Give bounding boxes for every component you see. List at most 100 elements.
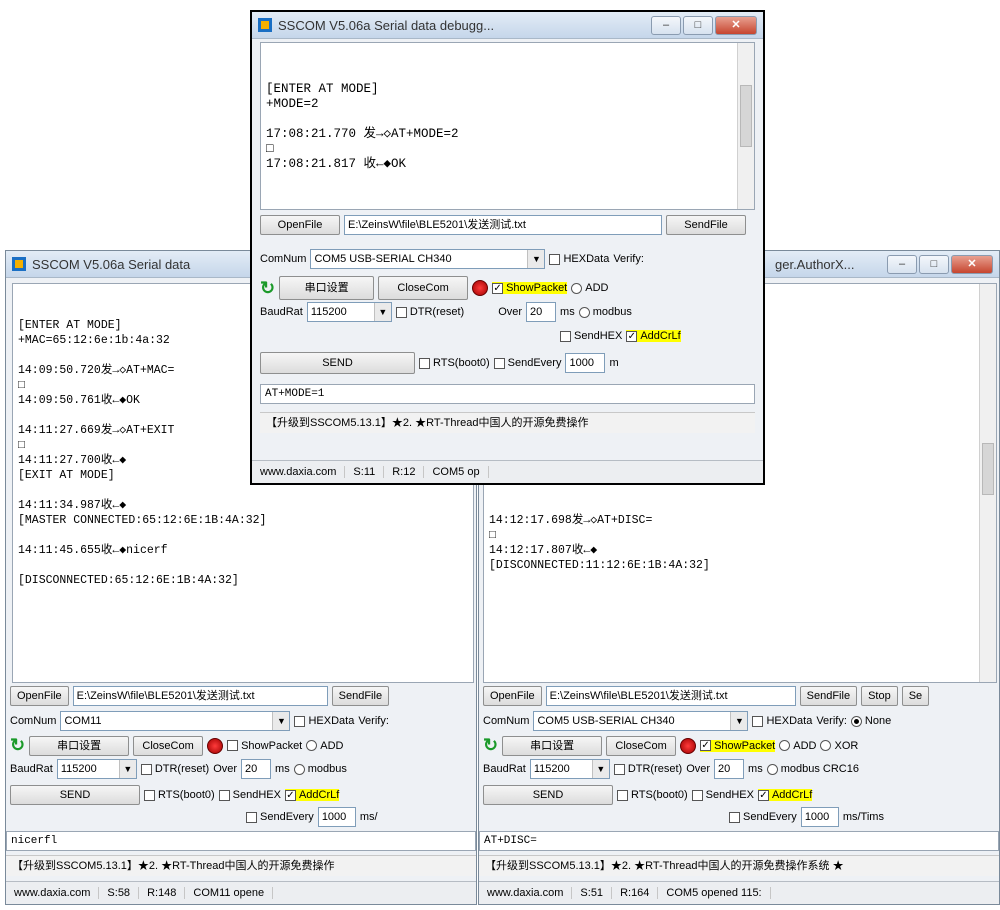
front-baudrate-select[interactable]: 115200 ▼ — [306, 302, 392, 322]
right-port-settings-button[interactable]: 串口设置 — [502, 735, 603, 756]
right-overtime-field[interactable]: 20 — [714, 759, 745, 779]
left-openfile-button[interactable]: OpenFile — [10, 686, 69, 706]
right-xor-radio[interactable]: XOR — [820, 740, 858, 752]
right-sendevery-checkbox[interactable]: SendEvery — [729, 811, 797, 823]
right-dtr-checkbox[interactable]: DTR(reset) — [613, 763, 682, 775]
front-overtime-label: Over — [498, 306, 523, 318]
right-addcrlf-checkbox[interactable]: ✓ AddCrLf — [757, 789, 813, 801]
left-filepath-field[interactable]: E:\ZeinsW\file\BLE5201\发送测试.txt — [72, 686, 328, 706]
front-sendfile-button[interactable]: SendFile — [666, 215, 746, 235]
minimize-icon[interactable]: – — [651, 15, 681, 35]
front-promo-bar[interactable]: 【升级到SSCOM5.13.1】★2. ★RT-Thread中国人的开源免费操作 — [260, 412, 755, 433]
left-sendfile-button[interactable]: SendFile — [331, 686, 390, 706]
right-promo-bar[interactable]: 【升级到SSCOM5.13.1】★2. ★RT-Thread中国人的开源免费操作… — [479, 855, 999, 876]
left-send-button[interactable]: SEND — [10, 785, 140, 805]
right-hexdata-checkbox[interactable]: HEXData — [752, 715, 812, 727]
front-scrollbar[interactable] — [737, 43, 754, 209]
left-modbus-radio[interactable]: modbus — [293, 763, 347, 775]
right-showpacket-checkbox[interactable]: ✓ ShowPacket — [700, 739, 776, 752]
left-port-settings-button[interactable]: 串口设置 — [29, 735, 130, 756]
front-addcrlf-checkbox[interactable]: ✓ AddCrLf — [626, 330, 681, 342]
left-command-input[interactable]: nicerfl — [6, 831, 476, 851]
left-sendevery-field[interactable]: 1000 — [317, 807, 356, 827]
maximize-icon[interactable]: □ — [919, 254, 949, 274]
left-status-web[interactable]: www.daxia.com — [6, 887, 100, 899]
left-showpacket-checkbox[interactable]: ShowPacket — [227, 740, 302, 752]
front-modbus-radio[interactable]: modbus — [578, 306, 632, 318]
front-port-settings-button[interactable]: 串口设置 — [279, 276, 375, 300]
right-comnum-select[interactable]: COM5 USB-SERIAL CH340 ▼ — [533, 711, 749, 731]
left-baudrate-select[interactable]: 115200 ▼ — [56, 759, 137, 779]
left-addcrlf-checkbox[interactable]: ✓ AddCrLf — [284, 789, 340, 801]
right-crc16-radio[interactable]: modbus CRC16 — [766, 763, 859, 775]
front-showpacket-checkbox[interactable]: ✓ ShowPacket — [492, 282, 568, 294]
right-se-button[interactable]: Se — [901, 686, 930, 706]
left-sendhex-checkbox[interactable]: SendHEX — [218, 789, 281, 801]
front-receive-area[interactable]: [ENTER AT MODE] +MODE=2 17:08:21.770 发→◇AT… — [260, 42, 755, 210]
right-add-radio[interactable]: ADD — [779, 740, 816, 752]
front-closecom-button[interactable]: CloseCom — [378, 276, 469, 300]
left-rts-checkbox[interactable]: RTS(boot0) — [144, 789, 215, 801]
right-closecom-button[interactable]: CloseCom — [606, 735, 677, 756]
front-rts-checkbox[interactable]: RTS(boot0) — [419, 357, 490, 369]
front-send-button[interactable]: SEND — [260, 352, 415, 374]
record-icon[interactable] — [207, 737, 224, 754]
front-overtime-field[interactable]: 20 — [526, 302, 557, 322]
right-sendevery-field[interactable]: 1000 — [800, 807, 839, 827]
receive-line: [DISCONNECTED:65:12:6E:1B:4A:32] — [18, 574, 239, 587]
right-send-button[interactable]: SEND — [483, 785, 613, 805]
right-command-input[interactable]: AT+DISC= — [479, 831, 999, 851]
right-stop-button[interactable]: Stop — [861, 686, 898, 706]
receive-line — [18, 528, 468, 543]
close-icon[interactable]: ✕ — [951, 254, 993, 274]
front-sendevery-unit: m — [609, 357, 619, 369]
front-dtr-checkbox[interactable]: DTR(reset) — [395, 306, 464, 318]
left-dtr-checkbox[interactable]: DTR(reset) — [140, 763, 209, 775]
right-sendfile-button[interactable]: SendFile — [799, 686, 858, 706]
left-comnum-select[interactable]: COM11 ▼ — [60, 711, 291, 731]
front-window-title: SSCOM V5.06a Serial data debugg... — [278, 17, 495, 33]
front-comnum-select[interactable]: COM5 USB-SERIAL CH340 ▼ — [310, 249, 546, 269]
front-filepath-field[interactable]: E:\ZeinsW\file\BLE5201\发送测试.txt — [344, 215, 662, 235]
front-openfile-button[interactable]: OpenFile — [260, 215, 340, 235]
right-verify-label: Verify: — [816, 715, 847, 727]
front-sendevery-checkbox[interactable]: SendEvery — [493, 357, 561, 369]
front-sendevery-field[interactable]: 1000 — [565, 353, 606, 373]
right-comnum-label: ComNum — [483, 715, 530, 727]
front-titlebar[interactable]: SSCOM V5.06a Serial data debugg... – □ ✕ — [252, 12, 763, 39]
left-sendevery-checkbox[interactable]: SendEvery — [246, 811, 314, 823]
refresh-icon[interactable]: ↻ — [260, 278, 275, 299]
right-openfile-button[interactable]: OpenFile — [483, 686, 542, 706]
left-promo-bar[interactable]: 【升级到SSCOM5.13.1】★2. ★RT-Thread中国人的开源免费操作 — [6, 855, 476, 876]
right-status-web[interactable]: www.daxia.com — [479, 887, 573, 899]
right-sendhex-checkbox[interactable]: SendHEX — [691, 789, 754, 801]
minimize-icon[interactable]: – — [887, 254, 917, 274]
front-add-radio[interactable]: ADD — [571, 282, 608, 294]
front-hexdata-checkbox[interactable]: HEXData — [549, 253, 609, 265]
front-sendhex-checkbox[interactable]: SendHEX — [560, 330, 622, 342]
record-icon[interactable] — [680, 737, 697, 754]
right-filepath-field[interactable]: E:\ZeinsW\file\BLE5201\发送测试.txt — [545, 686, 796, 706]
front-window: SSCOM V5.06a Serial data debugg... – □ ✕… — [250, 10, 765, 485]
front-status-web[interactable]: www.daxia.com — [252, 466, 346, 478]
close-icon[interactable]: ✕ — [715, 15, 757, 35]
left-overtime-label: Over — [213, 763, 238, 775]
maximize-icon[interactable]: □ — [683, 15, 713, 35]
left-add-radio[interactable]: ADD — [306, 740, 343, 752]
right-scrollbar[interactable] — [979, 284, 996, 682]
refresh-icon[interactable]: ↻ — [483, 735, 498, 756]
right-status-port: COM5 opened 115: — [658, 887, 771, 899]
receive-line — [266, 111, 749, 126]
front-baudrate-label: BaudRat — [260, 306, 303, 318]
right-baudrate-select[interactable]: 115200 ▼ — [529, 759, 610, 779]
right-rts-checkbox[interactable]: RTS(boot0) — [617, 789, 688, 801]
right-none-radio[interactable]: None — [850, 715, 891, 727]
record-icon[interactable] — [472, 280, 489, 296]
left-overtime-field[interactable]: 20 — [241, 759, 272, 779]
left-closecom-button[interactable]: CloseCom — [133, 735, 204, 756]
left-hexdata-checkbox[interactable]: HEXData — [294, 715, 354, 727]
refresh-icon[interactable]: ↻ — [10, 735, 25, 756]
receive-line: +MODE=2 — [266, 97, 319, 111]
front-command-input[interactable]: AT+MODE=1 — [260, 384, 755, 404]
left-status-port: COM11 opene — [185, 887, 274, 899]
